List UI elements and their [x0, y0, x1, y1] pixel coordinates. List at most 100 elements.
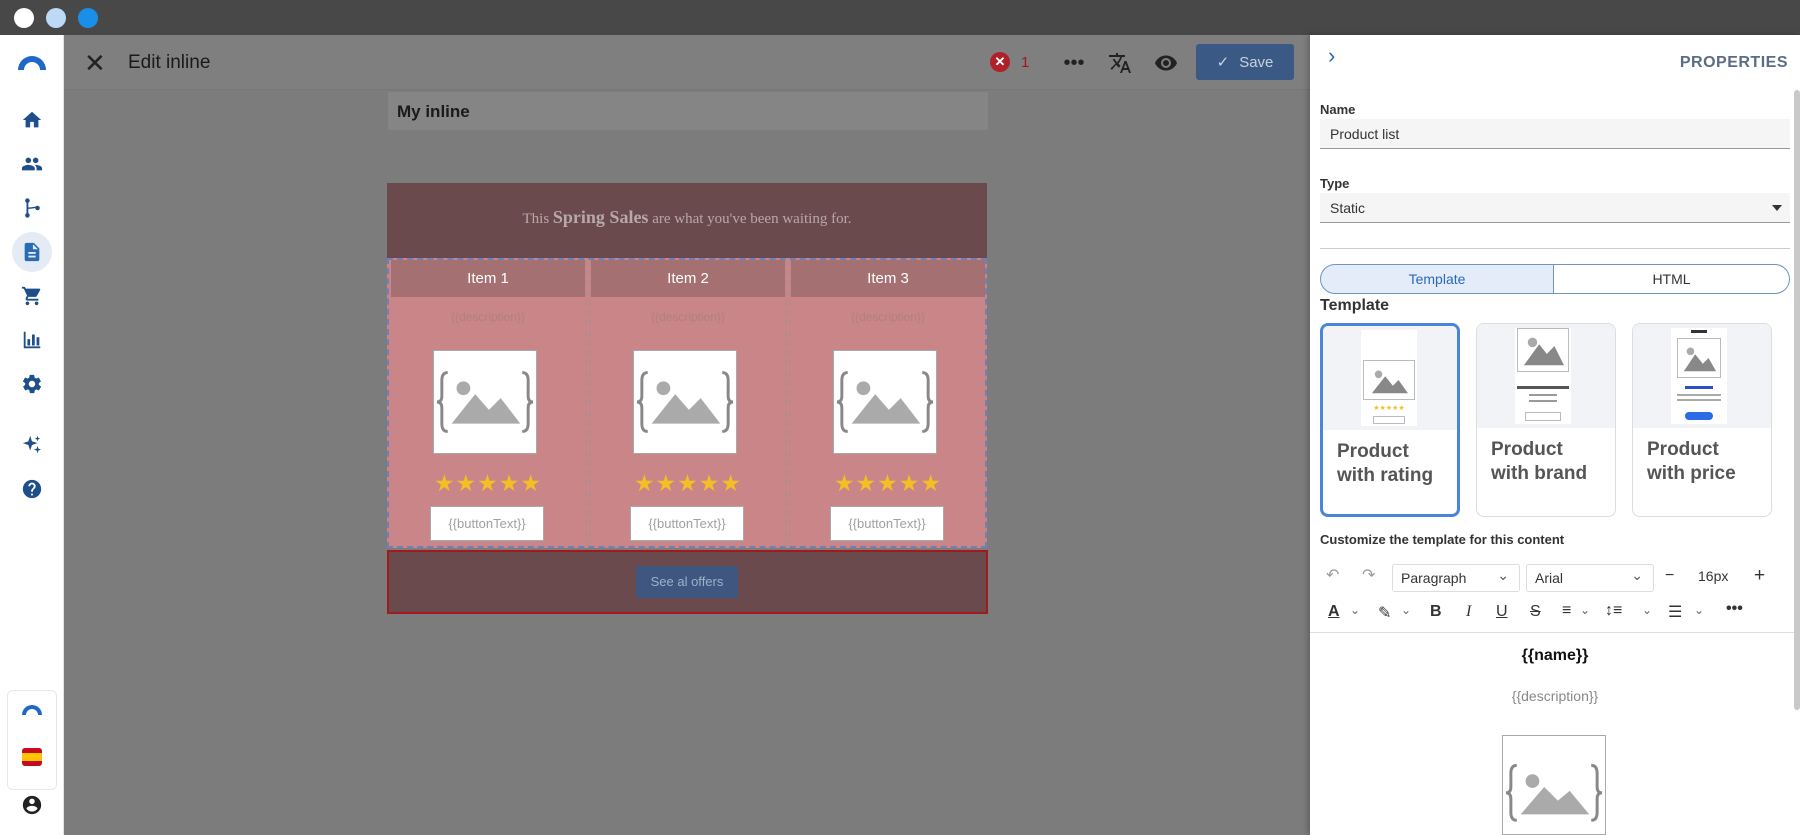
type-select[interactable]: Static — [1320, 193, 1790, 223]
editor-header: ✕ Edit inline ✕ 1 ••• ✓ Save — [64, 35, 1310, 90]
preview-name[interactable]: {{name}} — [1310, 647, 1800, 665]
template-card-rating[interactable]: ★★★★★ Product with rating — [1320, 323, 1460, 517]
product-button[interactable]: {{buttonText}} — [830, 506, 944, 541]
product-item[interactable]: Item 1 {{description}} ★★★★★ {{buttonTex… — [391, 260, 585, 546]
list-icon[interactable]: ☰ — [1668, 602, 1682, 622]
template-label: Product with price — [1647, 439, 1736, 484]
name-label: Name — [1320, 102, 1356, 117]
sparkle-icon[interactable] — [19, 432, 45, 458]
product-button[interactable]: {{buttonText}} — [630, 506, 744, 541]
image-placeholder-icon[interactable] — [833, 350, 937, 454]
line-height-icon[interactable]: ↕≡ — [1605, 602, 1622, 620]
underline-icon[interactable]: U — [1496, 603, 1508, 621]
product-description: {{description}} — [850, 310, 926, 324]
product-title: Item 2 — [591, 260, 785, 297]
window-maximize-dot[interactable] — [78, 8, 98, 28]
product-list-block[interactable]: Item 1 {{description}} ★★★★★ {{buttonTex… — [387, 258, 987, 548]
save-button-label: Save — [1239, 53, 1274, 71]
chevron-down-icon[interactable]: ⌄ — [1694, 603, 1704, 617]
align-icon[interactable]: ≡ — [1562, 602, 1571, 620]
product-description: {{description}} — [450, 310, 526, 324]
font-size-value[interactable]: 16px — [1698, 568, 1728, 584]
highlight-icon[interactable]: ✎ — [1378, 603, 1391, 623]
chart-icon[interactable] — [19, 327, 45, 353]
rating-stars: ★★★★★ — [633, 470, 743, 496]
block-format-select[interactable]: Paragraph ⌄ — [1392, 564, 1520, 592]
product-button[interactable]: {{buttonText}} — [430, 506, 544, 541]
inline-name-bar[interactable]: My inline — [388, 92, 988, 130]
see-offers-button[interactable]: See al offers — [636, 566, 738, 598]
document-icon[interactable] — [19, 239, 45, 265]
text-toolbar: ↶ ↷ Paragraph ⌄ Arial ⌄ − 16px + A ⌄ ✎ ⌄… — [1310, 553, 1800, 633]
window-minimize-dot[interactable] — [46, 8, 66, 28]
undo-icon[interactable]: ↶ — [1326, 565, 1339, 585]
product-item[interactable]: Item 2 {{description}} ★★★★★ {{buttonTex… — [591, 260, 785, 546]
product-title: Item 1 — [391, 260, 585, 297]
banner-text-pre: This — [522, 211, 553, 227]
strikethrough-icon[interactable]: S — [1530, 603, 1541, 621]
image-placeholder-icon — [1363, 360, 1415, 400]
company-logo[interactable] — [19, 701, 45, 717]
divider — [1320, 248, 1790, 249]
home-icon[interactable] — [19, 107, 45, 133]
type-label: Type — [1320, 176, 1350, 191]
save-button[interactable]: ✓ Save — [1196, 44, 1294, 80]
template-label: Product with rating — [1337, 441, 1434, 486]
properties-title: PROPERTIES — [1679, 54, 1788, 71]
name-field[interactable]: Product list — [1320, 119, 1790, 149]
sidebar-bottom-box — [7, 690, 57, 790]
chevron-right-icon[interactable]: › — [1328, 43, 1335, 69]
image-placeholder-icon — [1517, 328, 1569, 372]
caret-down-icon — [1772, 205, 1782, 211]
more-toolbar-icon[interactable]: ••• — [1726, 600, 1743, 618]
template-thumbnail — [1633, 324, 1771, 428]
offers-block[interactable]: See al offers — [387, 550, 988, 614]
font-family-value: Arial — [1535, 570, 1564, 586]
preview-eye-icon[interactable] — [1152, 49, 1180, 77]
font-size-decrease-icon[interactable]: − — [1665, 567, 1674, 585]
text-color-icon[interactable]: A — [1328, 603, 1340, 621]
chevron-down-icon[interactable]: ⌄ — [1642, 603, 1652, 617]
bold-icon[interactable]: B — [1430, 603, 1442, 621]
banner-highlight: Spring Sales — [552, 207, 649, 227]
error-icon[interactable]: ✕ — [990, 52, 1010, 72]
template-thumbnail — [1477, 324, 1615, 428]
window-titlebar — [0, 0, 1800, 35]
font-family-select[interactable]: Arial ⌄ — [1526, 564, 1654, 592]
spain-flag-icon[interactable] — [22, 748, 42, 766]
cart-icon[interactable] — [19, 283, 45, 309]
template-card-brand[interactable]: Product with brand — [1476, 323, 1616, 517]
redo-icon[interactable]: ↷ — [1362, 565, 1375, 585]
image-placeholder-icon[interactable] — [633, 350, 737, 454]
user-icon[interactable] — [19, 792, 45, 818]
page-title: Edit inline — [128, 52, 211, 73]
email-banner[interactable]: This Spring Sales are what you've been w… — [387, 183, 987, 258]
help-icon[interactable] — [19, 476, 45, 502]
people-icon[interactable] — [19, 151, 45, 177]
chevron-down-icon[interactable]: ⌄ — [1580, 603, 1590, 617]
flow-icon[interactable] — [19, 195, 45, 221]
font-size-increase-icon[interactable]: + — [1754, 565, 1765, 587]
image-placeholder-icon — [1677, 338, 1721, 378]
error-count: 1 — [1021, 54, 1030, 71]
block-format-value: Paragraph — [1401, 570, 1467, 586]
template-card-price[interactable]: Product with price — [1632, 323, 1772, 517]
italic-icon[interactable]: I — [1466, 603, 1471, 621]
gear-icon[interactable] — [19, 371, 45, 397]
translate-icon[interactable] — [1106, 49, 1134, 77]
chevron-down-icon[interactable]: ⌄ — [1350, 603, 1360, 617]
customize-label: Customize the template for this content — [1320, 532, 1565, 547]
window-close-dot[interactable] — [14, 8, 34, 28]
close-icon[interactable]: ✕ — [84, 50, 106, 76]
preview-description[interactable]: {{description}} — [1310, 688, 1800, 704]
image-placeholder-icon[interactable] — [433, 350, 537, 454]
rating-stars: ★★★★★ — [833, 470, 943, 496]
app-logo-icon[interactable] — [15, 49, 49, 75]
product-item[interactable]: Item 3 {{description}} ★★★★★ {{buttonTex… — [791, 260, 985, 546]
tab-template[interactable]: Template — [1320, 264, 1554, 294]
panel-scrollbar[interactable] — [1794, 90, 1800, 710]
chevron-down-icon[interactable]: ⌄ — [1401, 603, 1411, 617]
image-placeholder-icon[interactable] — [1502, 735, 1606, 835]
more-options-icon[interactable]: ••• — [1060, 49, 1088, 77]
tab-html[interactable]: HTML — [1554, 264, 1790, 294]
